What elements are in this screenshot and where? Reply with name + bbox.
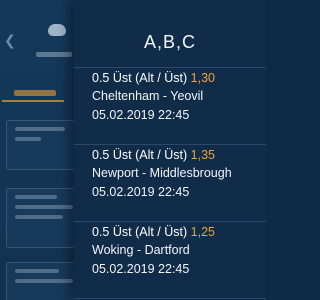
match-teams: Woking - Dartford bbox=[92, 243, 190, 257]
background-tab[interactable] bbox=[14, 90, 56, 96]
drawer-title: A,B,C bbox=[74, 0, 266, 68]
match-teams: Cheltenham - Yeovil bbox=[92, 89, 204, 103]
match-item[interactable]: 0.5 Üst (Alt / Üst) 1,35 Newport - Middl… bbox=[74, 145, 266, 222]
match-date: 05.02.2019 22:45 bbox=[92, 108, 190, 122]
market-line: 0.5 Üst (Alt / Üst) 1,30 bbox=[92, 70, 266, 87]
screen: ❮ A,B,C 0.5 Üst (Alt / Üst) 1,30 Chelten… bbox=[0, 0, 266, 300]
match-item[interactable]: 0.5 Üst (Alt / Üst) 1,30 Cheltenham - Ye… bbox=[74, 68, 266, 145]
match-teams: Newport - Middlesbrough bbox=[92, 166, 232, 180]
market-label: 0.5 Üst (Alt / Üst) bbox=[92, 71, 188, 85]
market-label: 0.5 Üst (Alt / Üst) bbox=[92, 148, 188, 162]
market-line: 0.5 Üst (Alt / Üst) 1,25 bbox=[92, 224, 266, 241]
odds-value: 1,30 bbox=[190, 71, 215, 85]
chevron-left-icon[interactable]: ❮ bbox=[4, 33, 16, 47]
market-label: 0.5 Üst (Alt / Üst) bbox=[92, 225, 188, 239]
coupon-drawer: A,B,C 0.5 Üst (Alt / Üst) 1,30 Cheltenha… bbox=[74, 0, 266, 300]
background-app-subtitle bbox=[36, 52, 72, 57]
background-tab-indicator bbox=[2, 100, 64, 102]
odds-value: 1,25 bbox=[190, 225, 215, 239]
market-line: 0.5 Üst (Alt / Üst) 1,35 bbox=[92, 147, 266, 164]
odds-value: 1,35 bbox=[190, 148, 215, 162]
match-item[interactable]: 0.5 Üst (Alt / Üst) 1,25 Woking - Dartfo… bbox=[74, 222, 266, 299]
match-date: 05.02.2019 22:45 bbox=[92, 185, 190, 199]
football-icon bbox=[48, 24, 66, 36]
match-date: 05.02.2019 22:45 bbox=[92, 262, 190, 276]
